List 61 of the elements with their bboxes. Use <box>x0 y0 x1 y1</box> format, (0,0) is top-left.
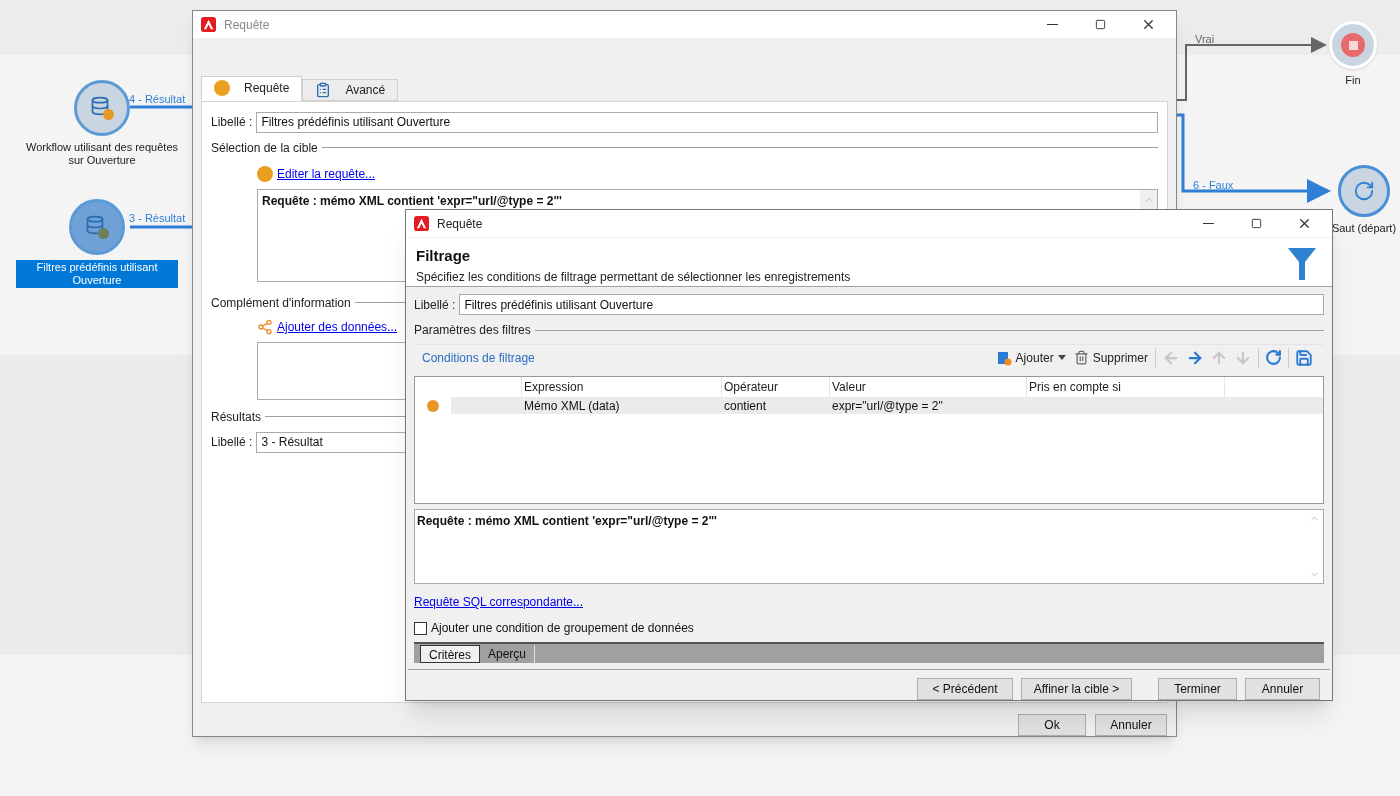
checkbox[interactable] <box>414 621 427 635</box>
section-heading: Sélection de la cible <box>211 139 318 157</box>
dialog-button[interactable]: < Précédent <box>917 678 1013 700</box>
sql-query-link[interactable]: Requête SQL correspondante... <box>414 593 583 612</box>
workflow-node[interactable] <box>74 80 130 136</box>
caret-icon <box>1057 355 1066 361</box>
workflow-node[interactable] <box>69 199 125 255</box>
section-heading: Paramètres des filtres <box>414 322 531 340</box>
table-cell-text: expr="url/@type = 2" <box>831 397 944 415</box>
jump-arrow-icon <box>1353 180 1375 202</box>
node-label: Filtres prédéfinis utilisant Ouverture <box>16 260 178 288</box>
transition-label: 4 - Résultat <box>129 93 186 105</box>
toolbar-title: Conditions de filtrage <box>422 349 536 367</box>
dialog-button[interactable]: Annuler <box>1095 714 1167 736</box>
app-logo-icon <box>414 216 429 231</box>
text-field[interactable]: Filtres prédéfinis utilisant Ouverture <box>256 111 1158 133</box>
section-heading: Résultats <box>211 408 262 426</box>
maximize-icon <box>1094 19 1106 31</box>
app-logo-icon <box>201 17 216 33</box>
add-data-link[interactable]: Ajouter des données... <box>277 317 398 336</box>
page-heading: Filtrage <box>416 247 472 266</box>
delete-button[interactable]: Supprimer <box>1069 348 1152 367</box>
section-heading: Complément d'information <box>211 294 351 312</box>
funnel-icon <box>1288 248 1316 281</box>
add-button[interactable]: Ajouter <box>991 348 1070 367</box>
edit-query-link[interactable]: Editer la requête... <box>277 164 376 183</box>
node-label: Saut (départ) <box>1330 222 1398 235</box>
minimize-icon <box>1046 24 1058 26</box>
node-label: Workflow utilisant des requêtes sur Ouverture <box>24 141 179 167</box>
dialog-button[interactable]: Affiner la cible > <box>1021 678 1132 700</box>
dialog-button[interactable]: Terminer <box>1158 678 1237 700</box>
dialog-button[interactable]: Ok <box>1018 714 1086 736</box>
dialog-button[interactable]: Annuler <box>1245 678 1320 700</box>
maximize-icon <box>1250 218 1262 229</box>
field-label: Libellé : <box>211 434 253 452</box>
transition-label: 3 - Résultat <box>129 212 186 224</box>
transition-label: 6 - Faux <box>1193 178 1234 193</box>
field-label: Libellé : <box>211 114 253 132</box>
add-condition-icon <box>995 349 1012 366</box>
page-description: Spécifiez les conditions de filtrage permettant de sélectionner les enregistrements <box>416 269 852 287</box>
trash-icon <box>1073 350 1089 366</box>
text-field[interactable]: Filtres prédéfinis utilisant Ouverture <box>459 294 1324 316</box>
table-row[interactable]: Mémo XML (data) contient expr="url/@type = 2" <box>451 397 1323 415</box>
table-cell-text: contient <box>723 397 768 415</box>
transition-line <box>130 225 192 229</box>
transition-label: Vrai <box>1195 32 1215 47</box>
window-title: Requête <box>224 16 270 34</box>
checkbox-label: Ajouter une condition de groupement de données <box>431 620 694 638</box>
share-icon <box>257 318 273 335</box>
tab[interactable]: Avancé <box>302 78 399 101</box>
stop-icon <box>1341 33 1365 57</box>
transition-line <box>130 105 192 109</box>
tab[interactable]: Requête <box>201 75 303 101</box>
clipboard-icon <box>315 81 332 98</box>
minimize-icon <box>1202 223 1214 224</box>
tab[interactable]: Critères <box>420 645 480 664</box>
workflow-node[interactable] <box>1338 165 1390 217</box>
window-title: Requête <box>437 215 483 233</box>
table-cell-text: Mémo XML (data) <box>523 397 621 415</box>
field-label: Libellé : <box>414 296 456 314</box>
node-label: Fin <box>1344 74 1362 87</box>
